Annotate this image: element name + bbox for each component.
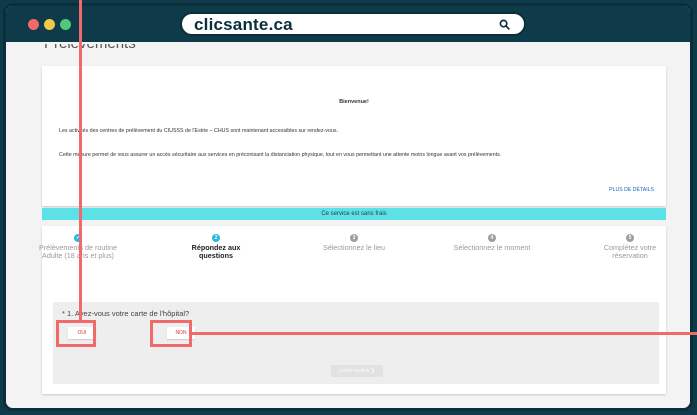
step-4-label: Sélectionnez le moment bbox=[453, 243, 531, 252]
step-2-label: Répondez aux questions bbox=[191, 243, 241, 260]
step-1-label: Prélèvements de routine Adulte (18 ans e… bbox=[39, 243, 117, 260]
page-viewport: Prélèvements Bienvenue! Les activités de… bbox=[6, 42, 690, 408]
welcome-paragraph-2: Cette mesure permet de vous assurer un a… bbox=[59, 152, 502, 158]
address-bar[interactable]: clicsante.ca bbox=[180, 12, 526, 36]
step-5-label: Complétez votre réservation bbox=[603, 243, 657, 260]
step-5: 5 Complétez votre réservation bbox=[590, 234, 670, 260]
step-3: 3 Sélectionnez le lieu bbox=[314, 234, 394, 252]
url-text: clicsante.ca bbox=[194, 15, 293, 34]
welcome-title: Bienvenue! bbox=[339, 99, 369, 105]
page-title-cut: Prélèvements bbox=[44, 44, 164, 52]
booking-stepper: ✓ Prélèvements de routine Adulte (18 ans… bbox=[39, 226, 666, 394]
step-3-number: 3 bbox=[350, 234, 358, 242]
step-4-number: 4 bbox=[488, 234, 496, 242]
page-title: Prélèvements bbox=[44, 44, 164, 52]
question-panel: * 1. Avez-vous votre carte de l'hôpital?… bbox=[53, 302, 659, 384]
browser-window: clicsante.ca Prélèvements Bienvenue! Les… bbox=[3, 3, 693, 411]
free-service-banner: Ce service est sans frais bbox=[42, 208, 666, 220]
maximize-window-dot[interactable] bbox=[60, 19, 71, 30]
minimize-window-dot[interactable] bbox=[44, 19, 55, 30]
step-5-number: 5 bbox=[626, 234, 634, 242]
continue-button[interactable]: CONTINUER ❯ bbox=[331, 365, 383, 377]
welcome-paragraph-1: Les activités des centres de prélèvement… bbox=[59, 128, 338, 134]
step-1: ✓ Prélèvements de routine Adulte (18 ans… bbox=[38, 234, 118, 260]
annotation-line-horizontal bbox=[191, 332, 697, 335]
annotation-line-vertical bbox=[79, 0, 82, 323]
annotation-box-no bbox=[150, 320, 192, 347]
step-3-label: Sélectionnez le lieu bbox=[323, 243, 385, 252]
more-details-link[interactable]: PLUS DE DÉTAILS bbox=[609, 187, 654, 193]
step-4: 4 Sélectionnez le moment bbox=[452, 234, 532, 252]
step-2-number: 2 bbox=[212, 234, 220, 242]
close-window-dot[interactable] bbox=[28, 19, 39, 30]
search-icon[interactable] bbox=[499, 19, 510, 30]
step-2: 2 Répondez aux questions bbox=[176, 234, 256, 260]
welcome-card: Bienvenue! Les activités des centres de … bbox=[42, 66, 666, 206]
annotation-box-yes bbox=[56, 320, 96, 347]
browser-titlebar: clicsante.ca bbox=[6, 6, 690, 42]
